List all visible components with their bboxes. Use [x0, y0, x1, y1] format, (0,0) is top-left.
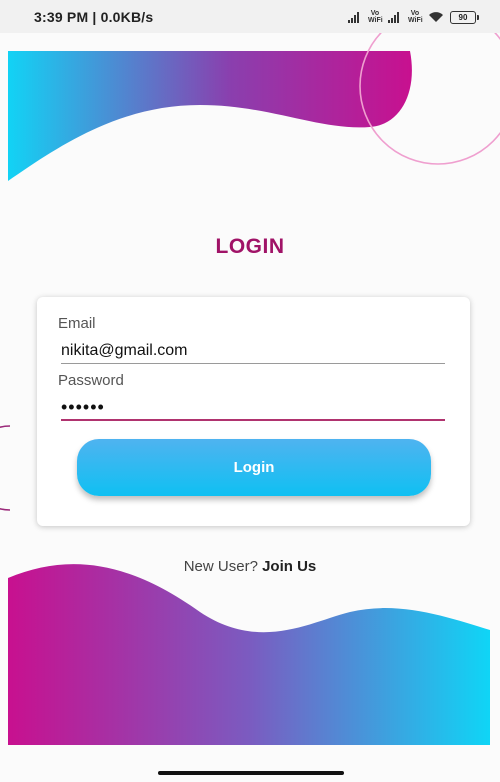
login-button[interactable]: Login: [77, 439, 431, 496]
join-us-link[interactable]: Join Us: [262, 558, 316, 575]
email-field[interactable]: [61, 339, 445, 364]
status-bar: 3:39 PM | 0.0KB/s Vo WiFi Vo WiFi 90: [0, 0, 500, 33]
password-field[interactable]: [61, 395, 445, 421]
bottom-wave-decoration: [8, 564, 490, 745]
status-time: 3:39 PM | 0.0KB/s: [34, 9, 154, 25]
password-label: Password: [58, 372, 124, 389]
signal-icon: [348, 12, 359, 23]
battery-icon: 90: [450, 10, 479, 24]
login-form-card: Email Password Login: [37, 297, 470, 526]
home-indicator[interactable]: [158, 771, 344, 775]
volte-label: Vo WiFi: [368, 10, 383, 24]
volte-label: Vo WiFi: [408, 10, 423, 24]
wifi-icon: [429, 12, 443, 22]
top-wave-decoration: [8, 33, 500, 181]
email-label: Email: [58, 315, 96, 332]
page-title: LOGIN: [215, 235, 285, 258]
new-user-row: New User? Join Us: [0, 558, 500, 575]
status-icons: Vo WiFi Vo WiFi 90: [348, 7, 479, 27]
new-user-text: New User?: [183, 558, 258, 575]
signal-icon: [388, 12, 399, 23]
login-screen: 3:39 PM | 0.0KB/s Vo WiFi Vo WiFi 90 LOG…: [0, 0, 500, 782]
